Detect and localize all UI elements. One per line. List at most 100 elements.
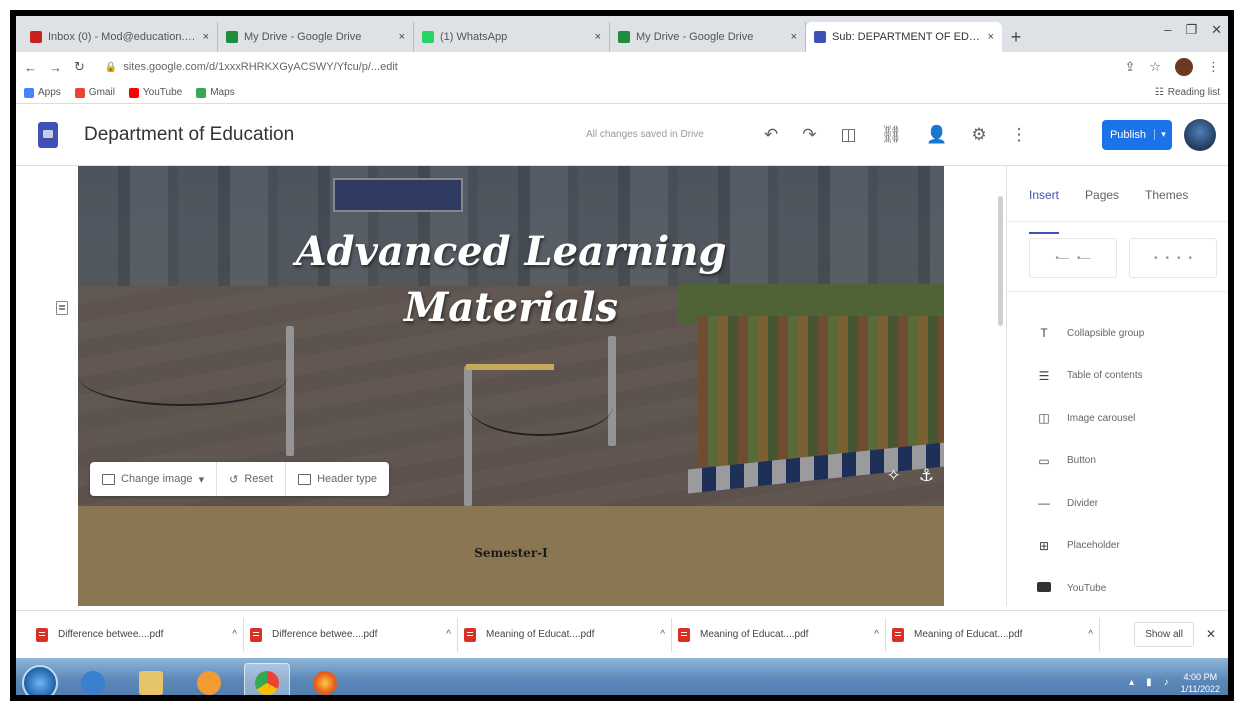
panel-scrollbar[interactable] [1230, 366, 1234, 586]
browser-tab[interactable]: Inbox (0) - Mod@education.gov... × [22, 22, 218, 52]
reset-button[interactable]: ↺ Reset [217, 462, 287, 496]
reload-icon[interactable]: ↻ [74, 59, 85, 75]
redo-icon[interactable]: ↷ [802, 125, 816, 145]
publish-button[interactable]: Publish ▾ [1102, 119, 1172, 150]
account-avatar[interactable] [1184, 118, 1216, 151]
change-image-button[interactable]: Change image ▾ [90, 462, 218, 496]
insert-item[interactable]: ⊞ Placeholder [1007, 525, 1228, 568]
taskbar-chrome-icon[interactable] [244, 662, 290, 695]
browser-tab[interactable]: (1) WhatsApp × [414, 22, 610, 52]
reading-list[interactable]: ☷ Reading list [1155, 87, 1220, 98]
start-button[interactable] [22, 664, 58, 695]
url-field[interactable]: 🔒 sites.google.com/d/1xxxRHRKXGyACSWY/Yf… [97, 56, 1113, 78]
anchor-icon[interactable]: ⚓ [919, 466, 934, 486]
tab-pages[interactable]: Pages [1085, 188, 1119, 221]
bookmark-item[interactable]: Gmail [74, 87, 115, 98]
insert-item[interactable]: ◫ Image carousel [1007, 397, 1228, 440]
bookmark-item[interactable]: YouTube [128, 87, 183, 98]
link-icon[interactable]: ⛓ [881, 125, 903, 145]
network-icon[interactable]: ▮ [1146, 677, 1152, 688]
bookmark-item[interactable]: Apps [24, 87, 61, 98]
download-options-icon[interactable]: ^ [874, 629, 879, 640]
download-item[interactable]: Meaning of Educat....pdf ^ [886, 617, 1100, 652]
tab-close-icon[interactable]: × [988, 31, 994, 43]
clock[interactable]: 4:00 PM 1/11/2022 [1181, 671, 1220, 695]
bookmark-item[interactable]: Maps [196, 87, 235, 98]
pdf-file-icon [892, 627, 904, 642]
sites-logo-icon[interactable] [38, 121, 58, 148]
insert-item[interactable]: ▭ Button [1007, 440, 1228, 483]
download-options-icon[interactable]: ^ [1088, 629, 1093, 640]
minimize-button[interactable]: – [1164, 22, 1171, 38]
share-icon[interactable]: ⇪ [1124, 59, 1135, 75]
volume-icon[interactable]: ♪ [1164, 677, 1169, 688]
publish-dropdown-icon[interactable]: ▾ [1154, 129, 1172, 140]
browser-tab[interactable]: My Drive - Google Drive × [610, 22, 806, 52]
save-status: All changes saved in Drive [586, 129, 704, 140]
tab-close-icon[interactable]: × [203, 31, 209, 43]
header-type-button[interactable]: Header type [286, 462, 389, 496]
forward-icon[interactable]: → [49, 60, 62, 75]
download-options-icon[interactable]: ^ [446, 629, 451, 640]
download-filename: Meaning of Educat....pdf [700, 629, 809, 640]
back-icon[interactable]: ← [24, 60, 37, 75]
star-icon[interactable]: ☆ [1149, 59, 1161, 75]
page-layout-icon[interactable] [56, 301, 68, 315]
tab-insert[interactable]: Insert [1029, 188, 1060, 234]
bookmark-label: Maps [210, 87, 235, 98]
close-window-button[interactable]: ✕ [1211, 22, 1222, 38]
more-options-icon[interactable]: ⋮ [1011, 125, 1028, 145]
content-section[interactable]: Semester-I [78, 506, 944, 606]
settings-icon[interactable]: ⚙ [971, 125, 986, 145]
download-item[interactable]: Difference betwee....pdf ^ [244, 617, 458, 652]
canvas-scrollbar[interactable] [998, 196, 1003, 326]
insert-item[interactable]: ☰ Table of contents [1007, 355, 1228, 398]
header-banner[interactable]: Advanced Learning Materials Change image… [78, 166, 944, 506]
sites-header: Department of Education All changes save… [16, 104, 1228, 166]
new-tab-button[interactable]: + [1002, 22, 1030, 52]
tray-arrow-icon[interactable]: ▴ [1129, 677, 1134, 688]
clock-date: 1/11/2022 [1180, 683, 1220, 694]
pdf-file-icon [36, 627, 48, 642]
tab-title: My Drive - Google Drive [244, 31, 362, 43]
insert-item[interactable]: YouTube [1007, 567, 1228, 610]
browser-tab[interactable]: Sub: DEPARTMENT OF EDUCATION × [806, 22, 1002, 52]
share-with-others-icon[interactable]: 👤 [926, 125, 947, 145]
close-downloads-icon[interactable]: ✕ [1206, 627, 1216, 641]
tab-favicon-icon [226, 31, 238, 43]
download-item[interactable]: Meaning of Educat....pdf ^ [672, 617, 886, 652]
tab-close-icon[interactable]: × [399, 31, 405, 43]
tab-themes[interactable]: Themes [1145, 188, 1188, 221]
insert-item[interactable]: T Collapsible group [1007, 312, 1228, 355]
banner-overlay [78, 166, 944, 506]
bookmark-icon [128, 87, 139, 98]
taskbar-explorer-icon[interactable] [128, 663, 174, 696]
bookmark-label: YouTube [142, 87, 183, 98]
tab-title: Inbox (0) - Mod@education.gov... [48, 31, 197, 43]
banner-title[interactable]: Advanced Learning Materials [78, 224, 944, 336]
clock-time: 4:00 PM [1183, 671, 1218, 682]
maximize-button[interactable]: ❐ [1185, 22, 1197, 38]
taskbar-media-icon[interactable] [186, 663, 232, 696]
taskbar-firefox-icon[interactable] [302, 663, 348, 696]
layout-option-four-column[interactable]: • • • • [1129, 238, 1217, 278]
section-heading[interactable]: Semester-I [78, 546, 944, 560]
browser-tab[interactable]: My Drive - Google Drive × [218, 22, 414, 52]
download-item[interactable]: Meaning of Educat....pdf ^ [458, 617, 672, 652]
download-options-icon[interactable]: ^ [232, 629, 237, 640]
preview-icon[interactable]: ◫ [841, 125, 857, 145]
magic-layout-icon[interactable]: ✧ [887, 466, 901, 486]
undo-icon[interactable]: ↶ [764, 125, 778, 145]
menu-icon[interactable]: ⋮ [1207, 59, 1220, 75]
tab-close-icon[interactable]: × [595, 31, 601, 43]
site-title[interactable]: Department of Education [84, 124, 294, 146]
download-item[interactable]: Difference betwee....pdf ^ [30, 617, 244, 652]
profile-avatar[interactable] [1175, 58, 1193, 76]
download-options-icon[interactable]: ^ [660, 629, 665, 640]
taskbar-ie-icon[interactable] [70, 663, 116, 696]
insert-item[interactable]: — Divider [1007, 482, 1228, 525]
layout-option-two-column[interactable]: •— •— [1029, 238, 1117, 278]
tab-close-icon[interactable]: × [791, 31, 797, 43]
show-all-button[interactable]: Show all [1134, 622, 1194, 647]
reset-icon: ↺ [229, 473, 239, 486]
